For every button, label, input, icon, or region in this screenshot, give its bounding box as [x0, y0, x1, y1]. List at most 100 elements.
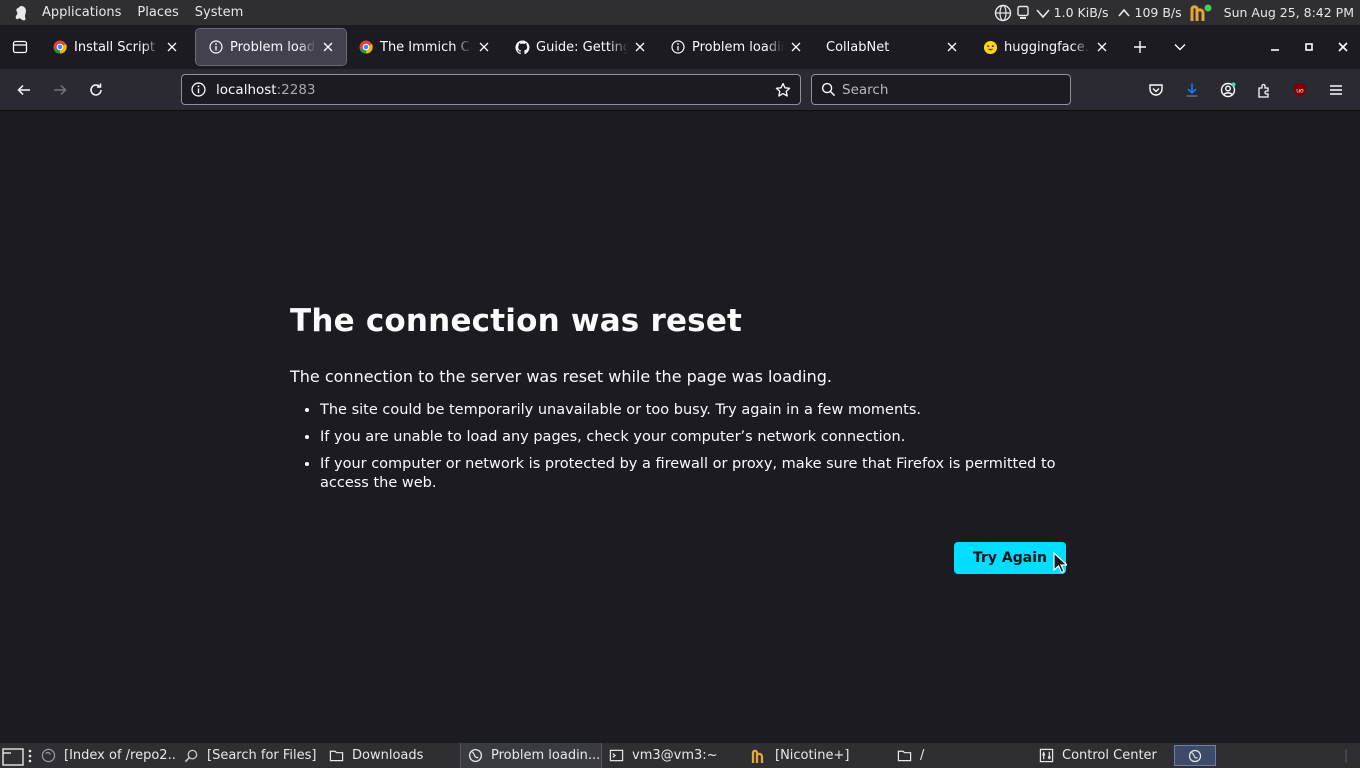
tab-title: huggingface.co/ [1004, 39, 1090, 55]
tab-bar: Install Script [Ex Problem loading The I… [0, 25, 1360, 69]
extensions-icon[interactable] [1248, 74, 1280, 106]
error-suggestions: The site could be temporarily unavailabl… [290, 401, 1070, 493]
close-tab-icon[interactable] [788, 39, 804, 55]
tab-install-script[interactable]: Install Script [Ex [40, 29, 190, 65]
taskbar-label: Downloads [352, 748, 424, 763]
system-menu[interactable]: System [187, 0, 251, 25]
taskbar-item-control-center[interactable]: Control Center [1032, 743, 1172, 768]
tab-title: The Immich CLI | [380, 39, 472, 55]
svg-text:uo: uo [1296, 88, 1304, 95]
desktop-toggle-icon[interactable] [1332, 743, 1360, 768]
web-icon [40, 748, 56, 764]
close-tab-icon[interactable] [164, 39, 180, 55]
tab-title: Guide: Getting st [536, 39, 628, 55]
applications-menu[interactable]: Applications [34, 0, 129, 25]
nicotine-icon [751, 748, 767, 764]
bookmark-star-icon[interactable] [774, 81, 792, 99]
search-placeholder: Search [842, 81, 889, 98]
tab-title: Install Script [Ex [74, 39, 160, 55]
taskbar-item-root-folder[interactable]: / [890, 743, 1032, 768]
tab-title: Problem loading [692, 39, 784, 55]
site-info-icon[interactable] [190, 82, 206, 98]
close-window-icon[interactable] [1326, 29, 1360, 65]
taskbar-label: / [920, 748, 925, 763]
account-icon[interactable] [1212, 74, 1244, 106]
taskbar-label: [Search for Files] [207, 748, 317, 763]
taskbar-label: [Index of /repo2... [64, 748, 177, 763]
search-input[interactable]: Search [811, 74, 1071, 105]
close-tab-icon[interactable] [1094, 39, 1110, 55]
upload-icon [1115, 4, 1133, 22]
tab-huggingface[interactable]: huggingface.co/ [970, 29, 1120, 65]
taskbar-item-nicotine[interactable]: [Nicotine+] [745, 743, 890, 768]
error-description: The connection to the server was reset w… [290, 367, 833, 386]
chevron-down-icon[interactable] [1160, 29, 1200, 65]
taskbar-item-terminal[interactable]: vm3@vm3:~ [602, 743, 745, 768]
tab-immich-cli[interactable]: The Immich CLI | [346, 29, 502, 65]
mouse-cursor-icon [1053, 552, 1067, 574]
terminal-icon [608, 748, 624, 764]
pocket-icon[interactable] [1140, 74, 1172, 106]
close-tab-icon[interactable] [632, 39, 648, 55]
tab-collabnet[interactable]: CollabNet [814, 29, 970, 65]
taskbar-label: vm3@vm3:~ [632, 748, 718, 763]
tab-title: CollabNet [826, 39, 890, 55]
taskbar: [Index of /repo2... [Search for Files] D… [0, 743, 1360, 768]
maximize-icon[interactable] [1292, 29, 1326, 65]
wifi-icon[interactable] [1034, 4, 1052, 22]
nicotine-icon[interactable] [1188, 4, 1214, 22]
taskbar-item-downloads[interactable]: Downloads [322, 743, 460, 768]
page-content: The connection was reset The connection … [0, 111, 1360, 743]
error-title: The connection was reset [290, 303, 743, 339]
taskbar-label: [Nicotine+] [775, 748, 850, 763]
back-icon[interactable] [6, 74, 42, 106]
chrome-icon [358, 39, 374, 55]
net-down-rate: 1.0 KiB/s [1053, 5, 1109, 20]
top-panel: Applications Places System 1.0 KiB/s 109… [0, 0, 1360, 25]
gnome-foot-icon[interactable] [10, 2, 32, 24]
info-icon [670, 39, 686, 55]
control-center-icon [1038, 748, 1054, 764]
toolbar-actions: uo [1140, 74, 1352, 106]
list-item: The site could be temporarily unavailabl… [320, 401, 1070, 420]
taskbar-item-index-of-repo[interactable]: [Index of /repo2... [34, 743, 177, 768]
tab-title: Problem loading [230, 39, 316, 55]
reload-icon[interactable] [78, 74, 114, 106]
tab-problem-loading-active[interactable]: Problem loading [195, 28, 347, 66]
close-tab-icon[interactable] [320, 39, 336, 55]
tab-guide-getting-started[interactable]: Guide: Getting st [502, 29, 658, 65]
new-tab-icon[interactable] [1120, 29, 1160, 65]
error-container: The connection was reset The connection … [290, 299, 1070, 501]
tab-manager-icon[interactable] [0, 25, 40, 69]
panel-tray: 1.0 KiB/s 109 B/s Sun Aug 25, 8:42 PM [994, 4, 1360, 22]
minimize-icon[interactable] [1258, 29, 1292, 65]
folder-icon [896, 748, 912, 764]
places-menu[interactable]: Places [129, 0, 186, 25]
url-bar[interactable]: localhost:2283 [181, 74, 801, 105]
folder-icon [328, 748, 344, 764]
taskbar-separator-icon [26, 743, 34, 768]
github-icon [514, 39, 530, 55]
navigation-toolbar: localhost:2283 Search uo [0, 69, 1360, 111]
taskbar-item-problem-loading[interactable]: Problem loadin... [460, 743, 602, 768]
url-host: localhost [216, 81, 277, 98]
chrome-icon [52, 39, 68, 55]
taskbar-item-search-for-files[interactable]: [Search for Files] [177, 743, 322, 768]
close-tab-icon[interactable] [476, 39, 492, 55]
show-desktop-icon[interactable] [0, 743, 26, 768]
huggingface-icon [982, 39, 998, 55]
hamburger-menu-icon[interactable] [1320, 74, 1352, 106]
ublock-origin-icon[interactable]: uo [1284, 74, 1316, 106]
close-tab-icon[interactable] [944, 39, 960, 55]
taskbar-label: Problem loadin... [491, 748, 601, 763]
url-port: :2283 [276, 81, 316, 98]
workspace-switcher[interactable] [1174, 745, 1216, 766]
globe-icon[interactable] [994, 4, 1012, 22]
info-icon [208, 39, 224, 55]
network-monitor-icon[interactable] [1014, 4, 1032, 22]
try-again-button[interactable]: Try Again [954, 542, 1066, 574]
downloads-icon[interactable] [1176, 74, 1208, 106]
forward-icon[interactable] [42, 74, 78, 106]
clock[interactable]: Sun Aug 25, 8:42 PM [1224, 5, 1354, 20]
tab-problem-loading[interactable]: Problem loading [658, 29, 814, 65]
